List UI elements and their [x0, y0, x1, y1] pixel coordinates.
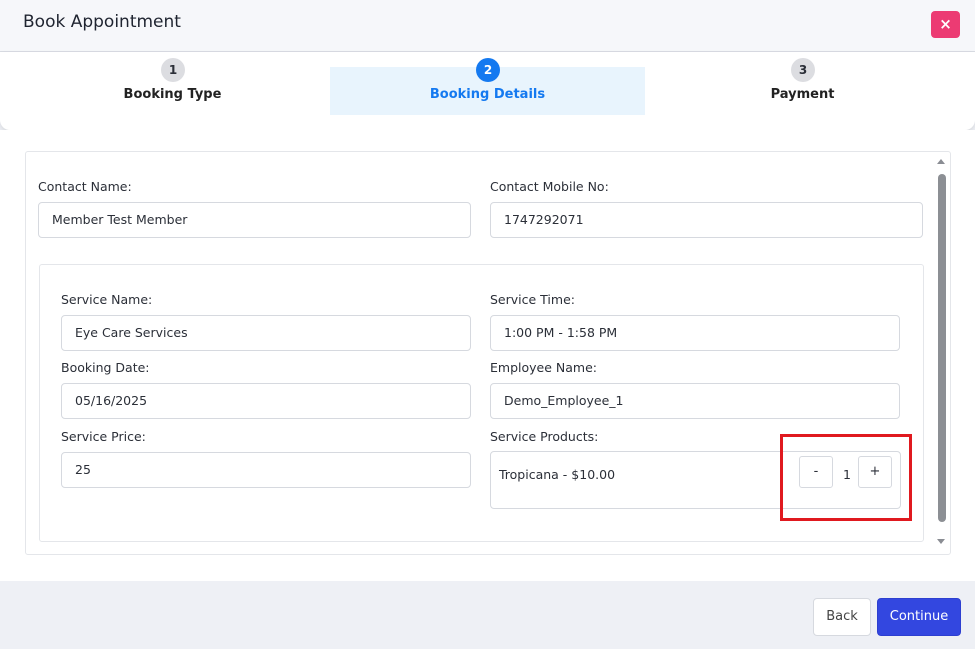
step-number: 3 [791, 58, 815, 82]
service-price-label: Service Price: [61, 429, 146, 444]
step-label: Payment [770, 87, 835, 102]
booking-date-field[interactable]: 05/16/2025 [61, 383, 471, 419]
service-time-label: Service Time: [490, 292, 575, 307]
quantity-highlight-annotation [780, 434, 912, 521]
step-booking-details[interactable]: 2 Booking Details [330, 52, 645, 130]
continue-button[interactable]: Continue [877, 598, 961, 636]
service-name-field[interactable]: Eye Care Services [61, 315, 471, 351]
step-label: Booking Type [123, 87, 222, 102]
scroll-down-arrow-icon[interactable] [937, 539, 945, 544]
service-time-field[interactable]: 1:00 PM - 1:58 PM [490, 315, 900, 351]
contact-name-label: Contact Name: [38, 179, 132, 194]
step-number: 2 [476, 58, 500, 82]
contact-mobile-field[interactable]: 1747292071 [490, 202, 923, 238]
service-products-label: Service Products: [490, 429, 599, 444]
step-number: 1 [161, 58, 185, 82]
product-name: Tropicana - $10.00 [499, 467, 616, 482]
scrollbar-thumb[interactable] [938, 174, 946, 522]
step-booking-type[interactable]: 1 Booking Type [15, 52, 330, 130]
stepper: 1 Booking Type 2 Booking Details 3 Payme… [0, 52, 975, 130]
scroll-up-arrow-icon[interactable] [937, 159, 945, 164]
booking-date-label: Booking Date: [61, 360, 150, 375]
employee-name-field[interactable]: Demo_Employee_1 [490, 383, 900, 419]
service-price-field[interactable]: 25 [61, 452, 471, 488]
modal-footer: Back Continue [0, 581, 975, 649]
step-payment[interactable]: 3 Payment [645, 52, 960, 130]
step-label: Booking Details [429, 87, 546, 102]
contact-mobile-label: Contact Mobile No: [490, 179, 609, 194]
close-button[interactable]: × [931, 11, 960, 38]
close-icon: × [939, 15, 952, 33]
modal-header: Book Appointment × [0, 0, 975, 52]
contact-name-field[interactable]: Member Test Member [38, 202, 471, 238]
scrollbar[interactable] [935, 153, 949, 550]
employee-name-label: Employee Name: [490, 360, 597, 375]
service-name-label: Service Name: [61, 292, 153, 307]
modal-title: Book Appointment [23, 12, 181, 32]
back-button[interactable]: Back [813, 598, 871, 636]
